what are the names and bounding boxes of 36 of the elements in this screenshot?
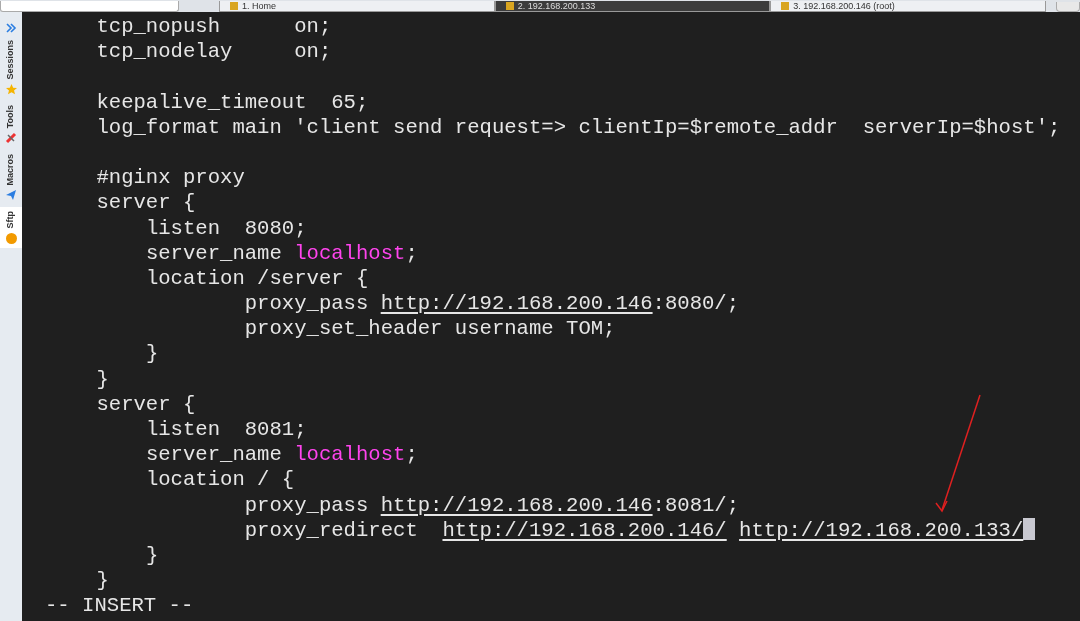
- expand-icon[interactable]: [5, 22, 17, 34]
- code-line: tcp_nopush on;: [95, 14, 333, 40]
- code-line: #nginx proxy: [95, 165, 246, 191]
- code-line: server {: [95, 391, 197, 417]
- code-line: keepalive_timeout 65;: [95, 89, 370, 115]
- code-line: listen 8080;: [144, 215, 308, 241]
- tab[interactable]: 2. 192.168.200.133: [494, 1, 771, 12]
- paper-plane-icon: [5, 189, 17, 202]
- quick-connect-field[interactable]: [0, 1, 179, 12]
- new-tab-button[interactable]: [1055, 2, 1080, 12]
- mode-indicator: -- INSERT --: [45, 593, 195, 619]
- code-line: proxy_pass http://192.168.200.146:8080/;: [243, 291, 741, 317]
- code-line: listen 8081;: [144, 417, 308, 443]
- code-line: proxy_redirect http://192.168.200.146/ http://192.168.200.133/: [47, 517, 1080, 543]
- code-line: log_format main 'client send request=> clientIp=$remote_addr serverIp=$host';: [95, 114, 1062, 140]
- code-line: proxy_set_header username TOM;: [243, 316, 617, 342]
- sidebar-tab[interactable]: Macros: [0, 149, 22, 206]
- circle-icon: [5, 232, 17, 244]
- code-line: proxy_pass http://192.168.200.146:8081/;: [243, 492, 741, 518]
- star-icon: [5, 83, 17, 95]
- code-line: }: [144, 542, 160, 569]
- code-line: server_name localhost;: [144, 442, 419, 468]
- sidebar-tab[interactable]: Sessions: [0, 36, 22, 99]
- code-line: location / {: [144, 467, 296, 493]
- tools-icon: [5, 131, 17, 144]
- code-line: tcp_nodelay on;: [95, 39, 333, 65]
- code-line: server_name localhost;: [144, 240, 419, 266]
- code-line: }: [95, 366, 110, 392]
- code-line: server {: [95, 190, 197, 216]
- sidebar-tab[interactable]: Tools: [0, 100, 22, 148]
- code-line: }: [144, 341, 160, 367]
- code-line: location /server {: [144, 265, 370, 292]
- sidebar-tab[interactable]: Sftp: [0, 207, 22, 248]
- code-line: }: [95, 568, 110, 594]
- tab[interactable]: 1. Home: [219, 1, 495, 12]
- tab[interactable]: 3. 192.168.200.146 (root): [770, 1, 1046, 12]
